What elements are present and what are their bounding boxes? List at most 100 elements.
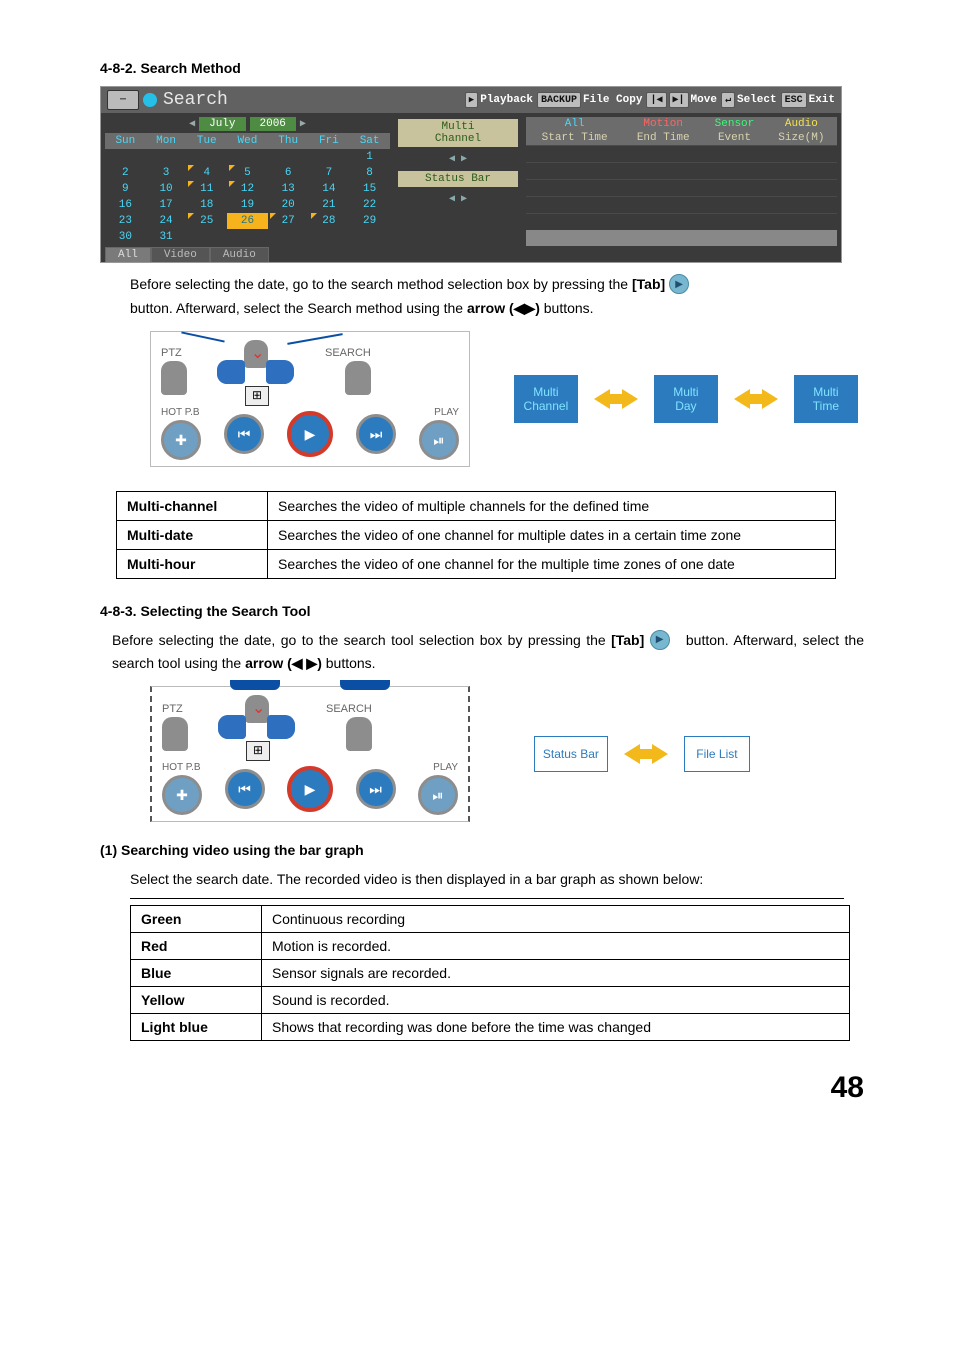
play-center-button[interactable]: ▶ — [287, 766, 333, 812]
cal-month[interactable]: July — [199, 117, 245, 131]
cal-tab-audio[interactable]: Audio — [210, 247, 269, 262]
cal-day[interactable]: 5 — [227, 165, 268, 181]
dpad[interactable]: ⌄ ⊞ — [211, 340, 301, 404]
search-method-box[interactable]: Multi Channel — [398, 119, 518, 147]
cal-prev-icon[interactable]: ◀ — [189, 118, 195, 130]
grid-button-icon[interactable]: ⊞ — [246, 741, 270, 761]
play-small-button[interactable]: ⏯ — [418, 775, 458, 815]
cal-day[interactable]: 4 — [186, 165, 227, 181]
dpad[interactable]: ⌄ ⊞ — [212, 695, 302, 759]
row-multi-hour-val: Searches the video of one channel for th… — [268, 549, 836, 578]
cal-dow: Wed — [227, 133, 268, 149]
color-desc: Shows that recording was done before the… — [262, 1013, 850, 1040]
cal-day — [349, 229, 390, 245]
cal-day[interactable]: 6 — [268, 165, 309, 181]
cal-day[interactable]: 22 — [349, 197, 390, 213]
cal-day[interactable]: 8 — [349, 165, 390, 181]
cal-day[interactable]: 14 — [309, 181, 350, 197]
cal-day[interactable]: 23 — [105, 213, 146, 229]
method-arrows-icon[interactable]: ◀ ▶ — [398, 153, 518, 165]
skip-back-button[interactable]: ⏮ — [225, 769, 265, 809]
col-end: End Time — [623, 131, 703, 146]
cal-day[interactable]: 29 — [349, 213, 390, 229]
cal-day[interactable]: 18 — [186, 197, 227, 213]
cal-day[interactable]: 15 — [349, 181, 390, 197]
cal-day[interactable]: 21 — [309, 197, 350, 213]
cal-day[interactable]: 3 — [146, 165, 187, 181]
col-all[interactable]: All — [526, 117, 623, 131]
grid-button-icon[interactable]: ⊞ — [245, 386, 269, 406]
cal-day[interactable]: 1 — [349, 149, 390, 165]
cal-day[interactable]: 25 — [186, 213, 227, 229]
play-center-button[interactable]: ▶ — [287, 411, 333, 457]
col-event: Event — [703, 131, 766, 146]
color-legend-table: GreenContinuous recordingRedMotion is re… — [130, 905, 850, 1041]
label-search: SEARCH — [325, 348, 371, 359]
cal-day[interactable]: 19 — [227, 197, 268, 213]
remote-diagram-2: PTZ ⌄ ⊞ SEARCH HOT P.B ✚ — [150, 686, 470, 822]
flow-file-list: File List — [684, 736, 750, 772]
cal-day[interactable]: 10 — [146, 181, 187, 197]
section-4-8-3-title: 4-8-3. Selecting the Search Tool — [100, 603, 874, 619]
cal-day[interactable]: 12 — [227, 181, 268, 197]
col-motion[interactable]: Motion — [623, 117, 703, 131]
color-desc: Sound is recorded. — [262, 986, 850, 1013]
color-desc: Motion is recorded. — [262, 932, 850, 959]
ptz-button[interactable] — [162, 717, 188, 751]
hint-playback: Playback — [465, 92, 533, 108]
cal-day[interactable]: 16 — [105, 197, 146, 213]
para-483: Before selecting the date, go to the sea… — [112, 629, 864, 677]
double-arrow-icon — [624, 739, 668, 769]
search-tool-box[interactable]: Status Bar — [398, 171, 518, 187]
search-button[interactable] — [346, 717, 372, 751]
cal-day — [227, 229, 268, 245]
hotpb-button[interactable]: ✚ — [162, 775, 202, 815]
skip-back-button[interactable]: ⏮ — [224, 414, 264, 454]
dpad-right[interactable] — [267, 715, 295, 739]
magnifier-icon — [143, 93, 157, 107]
dpad-left[interactable] — [217, 360, 245, 384]
hotpb-button[interactable]: ✚ — [161, 420, 201, 460]
cal-tab-video[interactable]: Video — [151, 247, 210, 262]
cal-day[interactable]: 9 — [105, 181, 146, 197]
cal-tab-all[interactable]: All — [105, 247, 151, 262]
cal-year[interactable]: 2006 — [250, 117, 296, 131]
tool-flow-diagram: Status Bar File List — [534, 736, 750, 772]
cal-day[interactable]: 11 — [186, 181, 227, 197]
skip-fwd-button[interactable]: ⏭ — [356, 414, 396, 454]
divider — [130, 898, 844, 899]
flow-status-bar: Status Bar — [534, 736, 608, 772]
cal-day[interactable]: 17 — [146, 197, 187, 213]
calendar-grid[interactable]: SunMonTueWedThuFriSat 123456789101112131… — [105, 133, 390, 245]
cal-day[interactable]: 26 — [227, 213, 268, 229]
chevron-down-icon: ⌄ — [251, 346, 264, 362]
skip-fwd-button[interactable]: ⏭ — [356, 769, 396, 809]
dpad-right[interactable] — [266, 360, 294, 384]
search-button[interactable] — [345, 361, 371, 395]
flow-multi-time: MultiTime — [794, 375, 858, 423]
play-small-button[interactable]: ⏯ — [419, 420, 459, 460]
col-audio[interactable]: Audio — [766, 117, 837, 131]
cal-day[interactable]: 28 — [309, 213, 350, 229]
cal-next-icon[interactable]: ▶ — [300, 118, 306, 130]
hint-backup: BACKUP File Copy — [537, 92, 642, 108]
dpad-left[interactable] — [218, 715, 246, 739]
cal-day[interactable]: 27 — [268, 213, 309, 229]
esc-key-icon: ESC — [781, 92, 807, 108]
cal-day[interactable]: 24 — [146, 213, 187, 229]
color-key: Blue — [131, 959, 262, 986]
tool-arrows-icon[interactable]: ◀ ▶ — [398, 193, 518, 205]
section-4-8-2-title: 4-8-2. Search Method — [100, 60, 874, 76]
color-key: Red — [131, 932, 262, 959]
hint-exit: ESC Exit — [781, 92, 835, 108]
col-sensor[interactable]: Sensor — [703, 117, 766, 131]
cal-day[interactable]: 7 — [309, 165, 350, 181]
ptz-button[interactable] — [161, 361, 187, 395]
cal-day[interactable]: 31 — [146, 229, 187, 245]
cal-day[interactable]: 2 — [105, 165, 146, 181]
color-key: Light blue — [131, 1013, 262, 1040]
cal-day[interactable]: 20 — [268, 197, 309, 213]
search-method-table: Multi-channel Searches the video of mult… — [116, 491, 836, 579]
cal-day[interactable]: 13 — [268, 181, 309, 197]
cal-day[interactable]: 30 — [105, 229, 146, 245]
